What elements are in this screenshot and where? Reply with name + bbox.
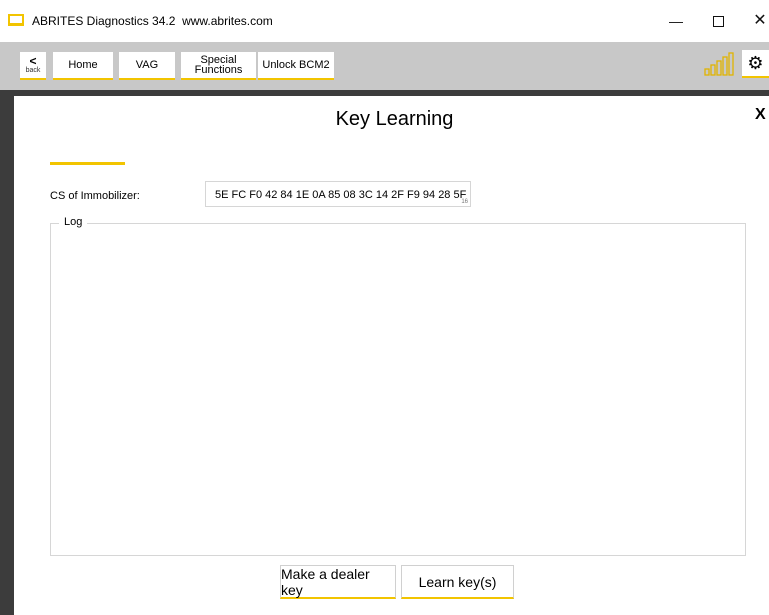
back-arrow-icon: <	[29, 54, 37, 68]
vag-button[interactable]: VAG	[119, 52, 175, 80]
home-button[interactable]: Home	[53, 52, 113, 80]
back-label: back	[25, 67, 41, 74]
cs-byte-count: 16	[461, 199, 468, 205]
maximize-icon	[712, 16, 724, 27]
app-title: ABRITES Diagnostics 34.2	[32, 14, 176, 28]
page-title: Key Learning	[335, 108, 454, 130]
app-url: www.abrites.com	[182, 14, 273, 28]
window-title: ABRITES Diagnostics 34.2 www.abrites.com	[32, 14, 273, 28]
toolbar: < back Home VAG Special Functions Unlock…	[0, 42, 769, 90]
title-bar: ABRITES Diagnostics 34.2 www.abrites.com…	[0, 0, 769, 42]
frame-left	[0, 90, 14, 615]
log-label: Log	[59, 216, 88, 228]
close-window-button[interactable]: ✕	[740, 10, 769, 32]
cs-immobilizer-field[interactable]: 5E FC F0 42 84 1E 0A 85 08 3C 14 2F F9 9…	[205, 181, 471, 207]
maximize-button[interactable]	[698, 10, 738, 32]
close-page-button[interactable]: X	[755, 106, 766, 124]
learn-keys-button[interactable]: Learn key(s)	[401, 565, 514, 599]
settings-button[interactable]: ⚙	[742, 50, 769, 78]
minimize-button[interactable]: —	[656, 10, 696, 32]
accent-underline	[50, 162, 125, 165]
app-logo-icon	[8, 14, 24, 26]
special-functions-label-2: Functions	[194, 64, 243, 76]
unlock-bcm2-button[interactable]: Unlock BCM2	[258, 52, 334, 80]
signal-strength-icon	[704, 52, 734, 76]
cs-value: 5E FC F0 42 84 1E 0A 85 08 3C 14 2F F9 9…	[215, 189, 467, 201]
gear-icon: ⚙	[747, 53, 764, 73]
special-functions-button[interactable]: Special Functions	[181, 52, 256, 80]
make-dealer-key-button[interactable]: Make a dealer key	[280, 565, 396, 599]
log-area[interactable]	[50, 223, 746, 556]
cs-label: CS of Immobilizer:	[50, 190, 140, 202]
back-button[interactable]: < back	[20, 52, 46, 80]
